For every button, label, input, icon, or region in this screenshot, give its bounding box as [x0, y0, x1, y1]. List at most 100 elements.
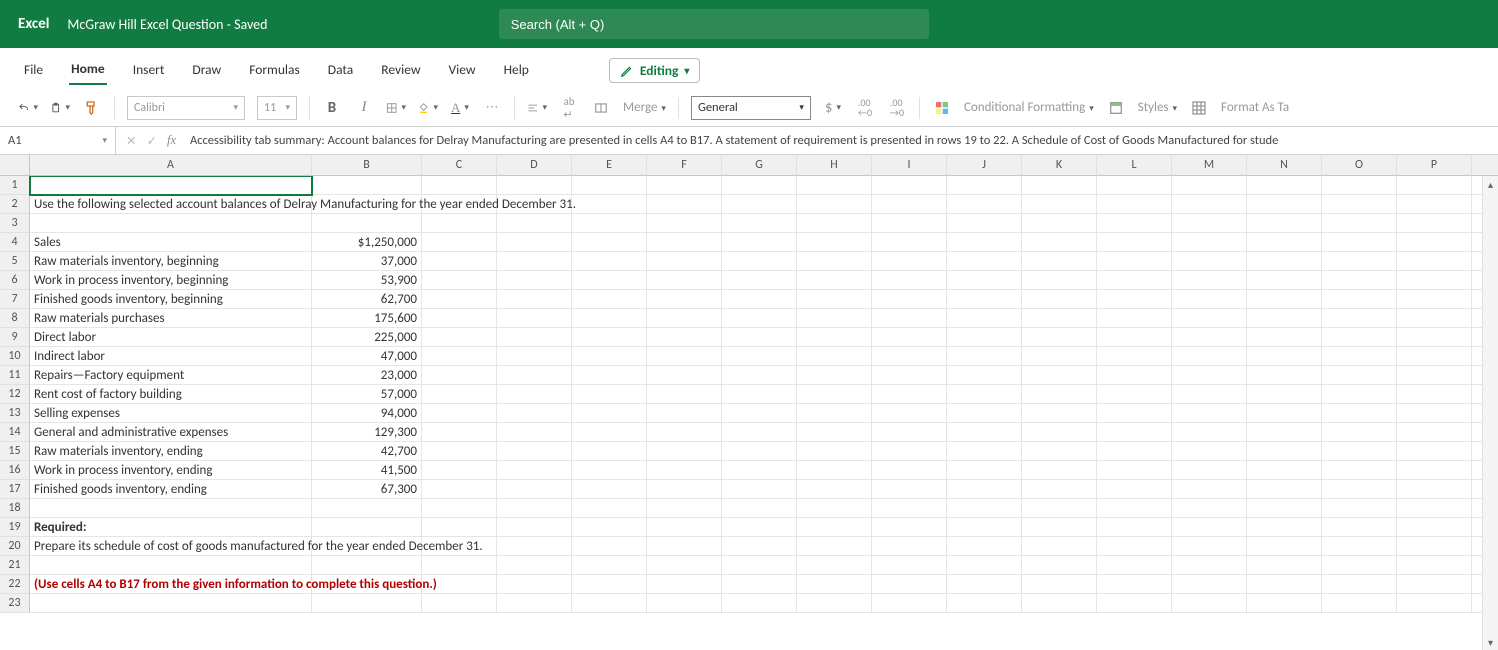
cell-J2[interactable] [947, 195, 1022, 214]
cell-D3[interactable] [497, 214, 572, 233]
tab-data[interactable]: Data [326, 57, 355, 84]
cell-F3[interactable] [647, 214, 722, 233]
cell-E11[interactable] [572, 366, 647, 385]
cell-I13[interactable] [872, 404, 947, 423]
cell-K5[interactable] [1022, 252, 1097, 271]
cell-E8[interactable] [572, 309, 647, 328]
borders-button[interactable] [386, 98, 406, 118]
cell-O20[interactable] [1322, 537, 1397, 556]
cell-P10[interactable] [1397, 347, 1472, 366]
cell-P9[interactable] [1397, 328, 1472, 347]
cell-H9[interactable] [797, 328, 872, 347]
bold-button[interactable]: B [322, 98, 342, 118]
cell-C21[interactable] [422, 556, 497, 575]
cell-B15[interactable]: 42,700 [312, 442, 422, 461]
cell-P21[interactable] [1397, 556, 1472, 575]
more-font-button[interactable]: ⋯ [482, 98, 502, 118]
cell-K17[interactable] [1022, 480, 1097, 499]
cell-H16[interactable] [797, 461, 872, 480]
cell-L12[interactable] [1097, 385, 1172, 404]
row-header-17[interactable]: 17 [0, 480, 30, 499]
row-header-8[interactable]: 8 [0, 309, 30, 328]
cell-D7[interactable] [497, 290, 572, 309]
column-header-G[interactable]: G [722, 155, 797, 176]
cell-H19[interactable] [797, 518, 872, 537]
cell-F17[interactable] [647, 480, 722, 499]
cell-A4[interactable]: Sales [30, 233, 312, 252]
cell-I20[interactable] [872, 537, 947, 556]
cell-F10[interactable] [647, 347, 722, 366]
cell-I18[interactable] [872, 499, 947, 518]
cell-B10[interactable]: 47,000 [312, 347, 422, 366]
row-header-21[interactable]: 21 [0, 556, 30, 575]
cell-C15[interactable] [422, 442, 497, 461]
cell-O15[interactable] [1322, 442, 1397, 461]
cell-K15[interactable] [1022, 442, 1097, 461]
row-header-22[interactable]: 22 [0, 575, 30, 594]
cell-M14[interactable] [1172, 423, 1247, 442]
cell-E9[interactable] [572, 328, 647, 347]
cell-J21[interactable] [947, 556, 1022, 575]
cell-J10[interactable] [947, 347, 1022, 366]
undo-button[interactable] [18, 98, 38, 118]
cell-C19[interactable] [422, 518, 497, 537]
cell-I23[interactable] [872, 594, 947, 613]
cell-F5[interactable] [647, 252, 722, 271]
cell-I3[interactable] [872, 214, 947, 233]
cell-B12[interactable]: 57,000 [312, 385, 422, 404]
cell-K20[interactable] [1022, 537, 1097, 556]
cell-D10[interactable] [497, 347, 572, 366]
cell-G13[interactable] [722, 404, 797, 423]
cell-H11[interactable] [797, 366, 872, 385]
cell-H18[interactable] [797, 499, 872, 518]
cell-K8[interactable] [1022, 309, 1097, 328]
cell-J13[interactable] [947, 404, 1022, 423]
cell-F16[interactable] [647, 461, 722, 480]
cell-G1[interactable] [722, 176, 797, 195]
cell-E4[interactable] [572, 233, 647, 252]
cell-L4[interactable] [1097, 233, 1172, 252]
cell-J4[interactable] [947, 233, 1022, 252]
cell-P17[interactable] [1397, 480, 1472, 499]
merge-icon[interactable] [591, 98, 611, 118]
cell-H13[interactable] [797, 404, 872, 423]
editing-mode-button[interactable]: Editing ▾ [609, 58, 701, 83]
cell-G15[interactable] [722, 442, 797, 461]
cell-B8[interactable]: 175,600 [312, 309, 422, 328]
cell-P15[interactable] [1397, 442, 1472, 461]
cell-K22[interactable] [1022, 575, 1097, 594]
cell-J6[interactable] [947, 271, 1022, 290]
cell-P11[interactable] [1397, 366, 1472, 385]
clipboard-button[interactable] [50, 98, 70, 118]
cell-D4[interactable] [497, 233, 572, 252]
cell-E13[interactable] [572, 404, 647, 423]
cell-A20[interactable]: Prepare its schedule of cost of goods ma… [30, 537, 312, 556]
cell-D12[interactable] [497, 385, 572, 404]
cell-J23[interactable] [947, 594, 1022, 613]
cell-J12[interactable] [947, 385, 1022, 404]
cell-A5[interactable]: Raw materials inventory, beginning [30, 252, 312, 271]
cell-D23[interactable] [497, 594, 572, 613]
cell-F9[interactable] [647, 328, 722, 347]
cell-A12[interactable]: Rent cost of factory building [30, 385, 312, 404]
cell-N22[interactable] [1247, 575, 1322, 594]
cell-M12[interactable] [1172, 385, 1247, 404]
cell-K1[interactable] [1022, 176, 1097, 195]
cell-A18[interactable] [30, 499, 312, 518]
cell-N21[interactable] [1247, 556, 1322, 575]
cell-L2[interactable] [1097, 195, 1172, 214]
cell-O6[interactable] [1322, 271, 1397, 290]
cell-L17[interactable] [1097, 480, 1172, 499]
cell-P5[interactable] [1397, 252, 1472, 271]
cell-C4[interactable] [422, 233, 497, 252]
cell-A22[interactable]: (Use cells A4 to B17 from the given info… [30, 575, 312, 594]
cell-A17[interactable]: Finished goods inventory, ending [30, 480, 312, 499]
column-header-C[interactable]: C [422, 155, 497, 176]
cell-J3[interactable] [947, 214, 1022, 233]
cell-L21[interactable] [1097, 556, 1172, 575]
cell-K21[interactable] [1022, 556, 1097, 575]
cell-P8[interactable] [1397, 309, 1472, 328]
cell-A19[interactable]: Required: [30, 518, 312, 537]
cell-K2[interactable] [1022, 195, 1097, 214]
cell-M21[interactable] [1172, 556, 1247, 575]
